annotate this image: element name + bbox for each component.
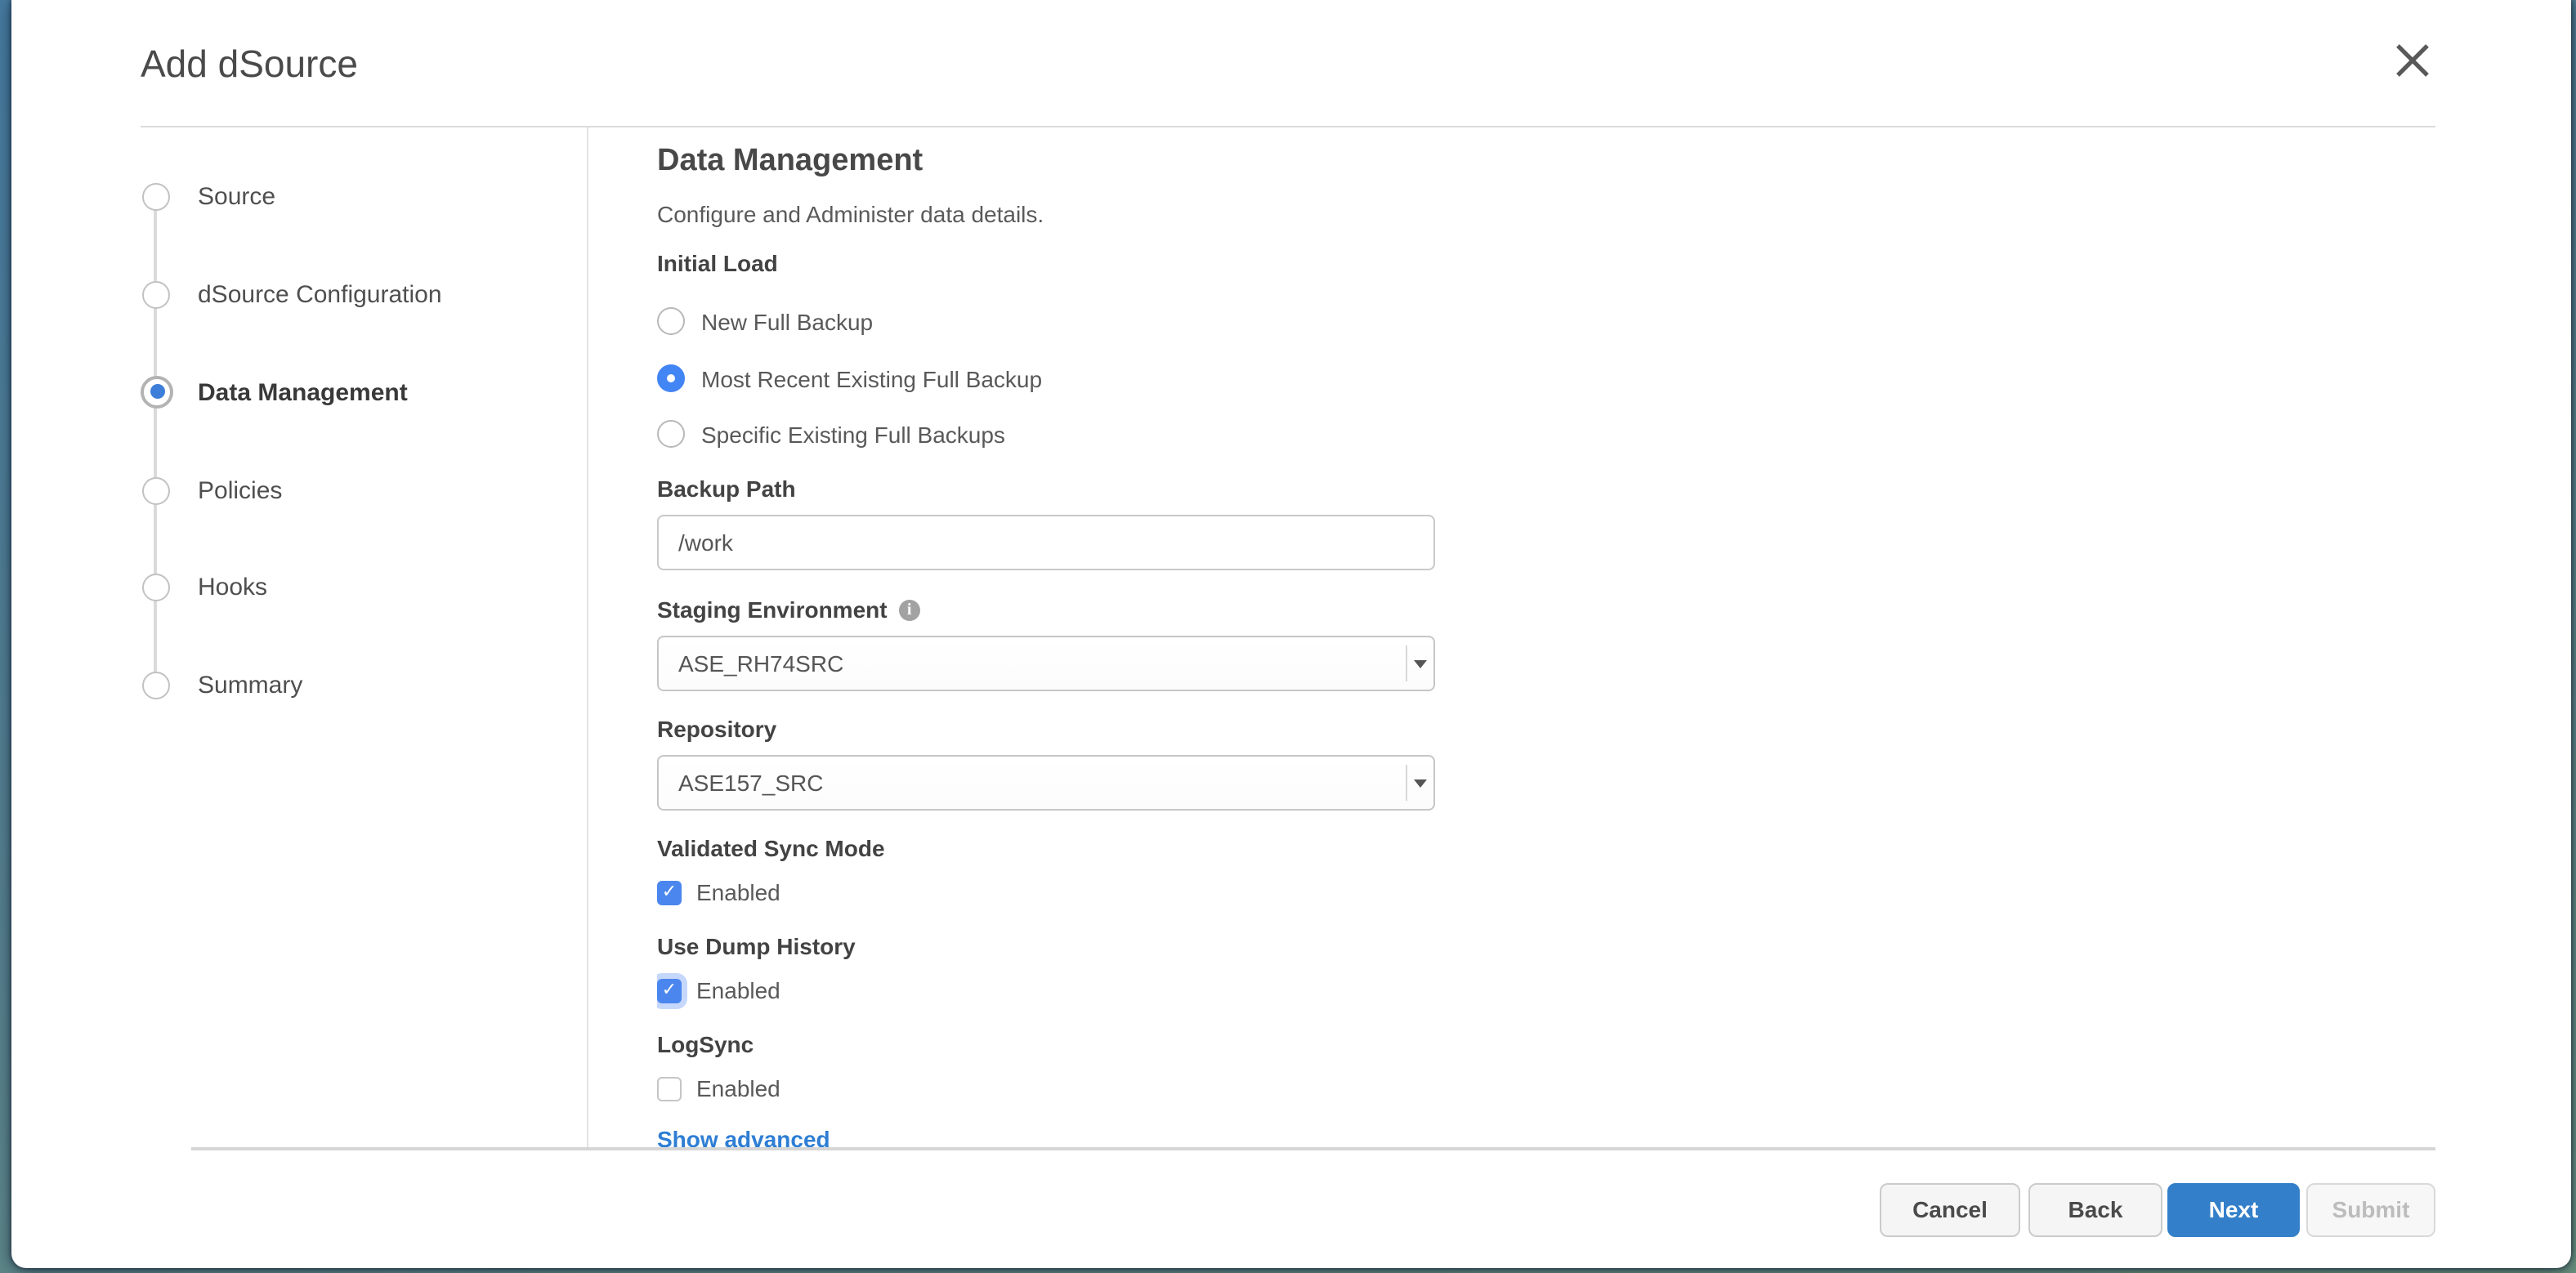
radio-new-full-backup[interactable]: New Full Backup xyxy=(657,307,873,335)
footer-divider xyxy=(191,1147,2435,1150)
dropdown-arrow-zone[interactable] xyxy=(1406,757,1433,809)
info-icon[interactable]: i xyxy=(899,599,920,620)
radio-selected-icon xyxy=(657,364,685,392)
staging-environment-label-text: Staging Environment xyxy=(657,596,888,623)
step-label: Policies xyxy=(198,476,282,504)
step-label: dSource Configuration xyxy=(198,280,442,308)
dropdown-selected-value: ASE157_SRC xyxy=(678,757,823,809)
dialog-title: Add dSource xyxy=(141,42,358,85)
submit-button[interactable]: Submit xyxy=(2306,1183,2435,1237)
initial-load-label: Initial Load xyxy=(657,250,778,276)
step-circle-icon xyxy=(142,182,170,210)
radio-label: New Full Backup xyxy=(701,308,873,334)
next-button[interactable]: Next xyxy=(2167,1183,2300,1237)
panel-subheading: Configure and Administer data details. xyxy=(657,201,1044,227)
validated-sync-mode-checkbox-row[interactable]: ✓ Enabled xyxy=(657,879,780,905)
step-label: Source xyxy=(198,182,275,210)
close-icon xyxy=(2386,65,2439,93)
radio-label: Specific Existing Full Backups xyxy=(701,421,1005,447)
close-button[interactable] xyxy=(2386,34,2439,87)
radio-label: Most Recent Existing Full Backup xyxy=(701,365,1042,391)
back-button[interactable]: Back xyxy=(2028,1183,2162,1237)
chevron-down-icon xyxy=(1414,660,1427,668)
checkbox-checked-icon[interactable]: ✓ xyxy=(657,978,682,1003)
backup-path-input[interactable] xyxy=(657,515,1435,570)
checkbox-label: Enabled xyxy=(696,1075,780,1101)
checkbox-label: Enabled xyxy=(696,879,780,905)
radio-unselected-icon xyxy=(657,420,685,448)
step-label: Summary xyxy=(198,671,302,699)
dropdown-selected-value: ASE_RH74SRC xyxy=(678,637,843,690)
staging-environment-dropdown[interactable]: ASE_RH74SRC xyxy=(657,636,1435,691)
page-background: Add dSource Source dSource Configuration… xyxy=(0,0,2576,1273)
panel-heading: Data Management xyxy=(657,144,923,180)
dropdown-arrow-zone[interactable] xyxy=(1406,637,1433,690)
step-circle-icon xyxy=(142,280,170,308)
use-dump-history-label: Use Dump History xyxy=(657,933,856,959)
checkbox-label: Enabled xyxy=(696,977,780,1003)
chevron-down-icon xyxy=(1414,779,1427,788)
data-management-panel: Data Management Configure and Administer… xyxy=(657,127,2435,1147)
sidebar-divider xyxy=(587,127,588,1147)
radio-specific-existing-full-backups[interactable]: Specific Existing Full Backups xyxy=(657,420,1005,448)
add-dsource-dialog: Add dSource Source dSource Configuration… xyxy=(11,0,2571,1268)
validated-sync-mode-label: Validated Sync Mode xyxy=(657,835,885,861)
step-circle-icon xyxy=(142,671,170,699)
checkbox-unchecked-icon[interactable] xyxy=(657,1076,682,1101)
checkbox-checked-icon[interactable]: ✓ xyxy=(657,880,682,904)
step-circle-icon xyxy=(142,573,170,601)
radio-most-recent-existing-full-backup[interactable]: Most Recent Existing Full Backup xyxy=(657,364,1042,392)
logsync-label: LogSync xyxy=(657,1031,754,1057)
staging-environment-label: Staging Environment i xyxy=(657,596,920,623)
use-dump-history-checkbox-row[interactable]: ✓ Enabled xyxy=(657,977,780,1003)
step-label: Hooks xyxy=(198,573,267,601)
repository-dropdown[interactable]: ASE157_SRC xyxy=(657,755,1435,811)
step-label: Data Management xyxy=(198,378,408,406)
show-advanced-link[interactable]: Show advanced xyxy=(657,1126,830,1147)
cancel-button[interactable]: Cancel xyxy=(1880,1183,2020,1237)
repository-label: Repository xyxy=(657,716,776,742)
radio-unselected-icon xyxy=(657,307,685,335)
step-circle-active-icon xyxy=(141,375,173,408)
logsync-checkbox-row[interactable]: Enabled xyxy=(657,1075,780,1101)
step-circle-icon xyxy=(142,476,170,504)
backup-path-label: Backup Path xyxy=(657,476,796,502)
